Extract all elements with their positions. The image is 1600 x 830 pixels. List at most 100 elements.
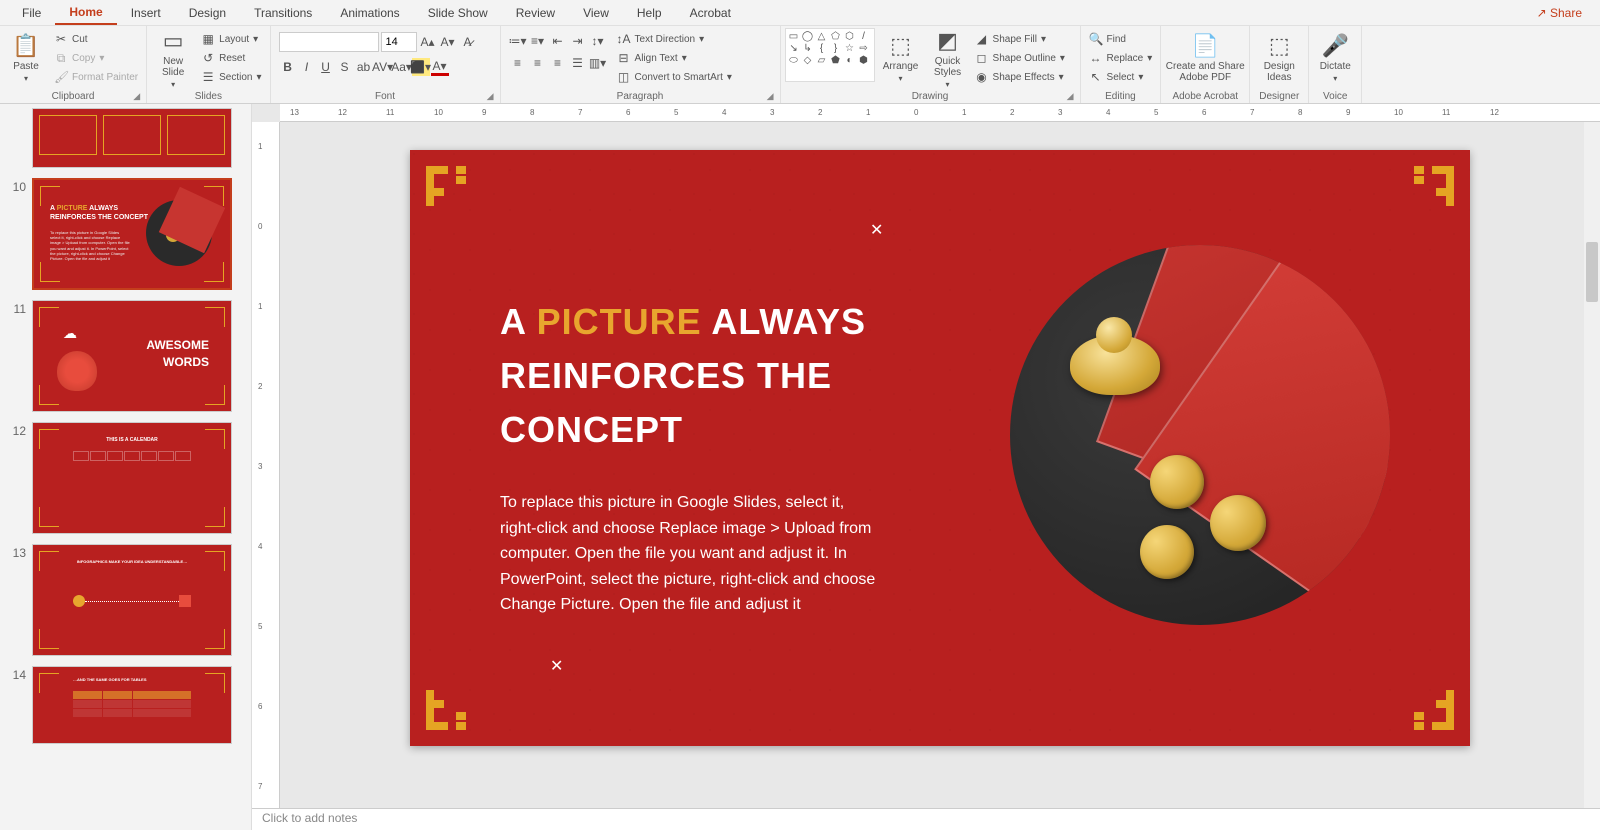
group-designer: ⬚Design Ideas Designer [1250, 26, 1309, 103]
slide-body-text[interactable]: To replace this picture in Google Slides… [500, 490, 880, 618]
create-share-pdf-button[interactable]: 📄Create and Share Adobe PDF [1165, 28, 1245, 88]
slide-canvas[interactable]: ✕ ✕ A PICTURE ALWAYS REINFORCES THE CONC… [280, 122, 1600, 808]
line-spacing-button[interactable]: ↕▾ [589, 32, 607, 50]
shape-outline-button[interactable]: ◻Shape Outline ▾ [975, 49, 1065, 67]
flower-ornament-icon: ✕ [550, 656, 563, 676]
clipboard-dialog-launcher[interactable]: ◢ [133, 91, 140, 102]
change-case-button[interactable]: Aa▾ [393, 58, 411, 76]
align-text-button[interactable]: ⊟Align Text ▾ [617, 49, 732, 67]
decrease-font-button[interactable]: A▾ [439, 33, 457, 51]
align-center-button[interactable]: ≡ [529, 54, 547, 72]
smartart-icon: ◫ [617, 70, 631, 84]
main-area: 10 A PICTURE ALWAYSREINFORCES THE CONCEP… [0, 104, 1600, 830]
text-direction-button[interactable]: ↕AText Direction ▾ [617, 30, 732, 48]
slide-title[interactable]: A PICTURE ALWAYS REINFORCES THE CONCEPT [500, 295, 920, 457]
increase-indent-button[interactable]: ⇥ [569, 32, 587, 50]
convert-smartart-button[interactable]: ◫Convert to SmartArt ▾ [617, 68, 732, 86]
slide-thumbnails-panel[interactable]: 10 A PICTURE ALWAYSREINFORCES THE CONCEP… [0, 104, 252, 830]
decrease-indent-button[interactable]: ⇤ [549, 32, 567, 50]
thumbnail-item[interactable]: 14 …AND THE SAME GOES FOR TABLES [8, 666, 243, 744]
horizontal-ruler[interactable]: 131211109876543210123456789101112 [280, 104, 1600, 122]
align-left-button[interactable]: ≡ [509, 54, 527, 72]
columns-button[interactable]: ▥▾ [589, 54, 607, 72]
highlight-button[interactable]: ⬛▾ [412, 58, 430, 76]
bullets-button[interactable]: ≔▾ [509, 32, 527, 50]
design-ideas-button[interactable]: ⬚Design Ideas [1254, 28, 1304, 88]
paste-button[interactable]: 📋Paste▾ [4, 28, 48, 88]
quick-styles-button[interactable]: ◩Quick Styles▾ [927, 28, 969, 88]
shape-effects-button[interactable]: ◉Shape Effects ▾ [975, 68, 1065, 86]
thumbnail-item[interactable]: 13 INFOGRAPHICS MAKE YOUR IDEA UNDERSTAN… [8, 544, 243, 656]
tab-animations[interactable]: Animations [326, 2, 413, 24]
tab-review[interactable]: Review [502, 2, 569, 24]
clear-formatting-button[interactable]: A̷ [459, 33, 477, 51]
group-font: A▴ A▾ A̷ B I U S ab AV▾ Aa▾ ⬛▾ A▾ Font◢ [271, 26, 501, 103]
justify-button[interactable]: ☰ [569, 54, 587, 72]
char-spacing-button[interactable]: AV▾ [374, 58, 392, 76]
font-family-select[interactable] [279, 32, 379, 52]
notes-pane[interactable]: Click to add notes [252, 808, 1600, 830]
tab-insert[interactable]: Insert [117, 2, 175, 24]
italic-button[interactable]: I [298, 58, 316, 76]
align-text-icon: ⊟ [617, 51, 631, 65]
bold-button[interactable]: B [279, 58, 297, 76]
clipboard-icon: 📋 [12, 33, 39, 59]
increase-font-button[interactable]: A▴ [419, 33, 437, 51]
section-button[interactable]: ☰Section ▾ [201, 68, 261, 86]
outline-icon: ◻ [975, 51, 989, 65]
shadow-button[interactable]: ab [355, 58, 373, 76]
find-button[interactable]: 🔍Find [1089, 30, 1153, 48]
dictate-button[interactable]: 🎤Dictate▾ [1313, 28, 1357, 88]
thumbnail-item[interactable] [8, 108, 243, 168]
drawing-dialog-launcher[interactable]: ◢ [1067, 91, 1074, 102]
tab-home[interactable]: Home [55, 1, 116, 25]
tab-help[interactable]: Help [623, 2, 676, 24]
share-button[interactable]: ↗ Share [1527, 2, 1592, 24]
search-icon: 🔍 [1089, 32, 1103, 46]
paragraph-dialog-launcher[interactable]: ◢ [767, 91, 774, 102]
reset-icon: ↺ [201, 51, 215, 65]
gold-coin-icon [1210, 495, 1266, 551]
tab-file[interactable]: File [8, 2, 55, 24]
font-dialog-launcher[interactable]: ◢ [487, 91, 494, 102]
flower-ornament-icon: ✕ [870, 220, 883, 240]
design-ideas-icon: ⬚ [1269, 33, 1290, 59]
layout-button[interactable]: ▦Layout ▾ [201, 30, 261, 48]
replace-button[interactable]: ↔Replace ▾ [1089, 49, 1153, 67]
slide-picture-placeholder[interactable] [1010, 245, 1390, 625]
font-size-select[interactable] [381, 32, 417, 52]
thumbnail-item[interactable]: 11 AWESOMEWORDS ☁ [8, 300, 243, 412]
new-slide-button[interactable]: ▭New Slide▾ [151, 28, 195, 88]
group-acrobat: 📄Create and Share Adobe PDF Adobe Acroba… [1161, 26, 1250, 103]
arrange-button[interactable]: ⬚Arrange▾ [877, 28, 925, 88]
group-drawing: ▭◯△⬠⬡/ ↘↳{}☆⇨ ⬭◇▱⬟◐⬢ ⬚Arrange▾ ◩Quick St… [781, 26, 1081, 103]
tab-transitions[interactable]: Transitions [240, 2, 326, 24]
slide-editor: 131211109876543210123456789101112 101234… [252, 104, 1600, 830]
vertical-scrollbar[interactable] [1584, 122, 1600, 808]
layout-icon: ▦ [201, 32, 215, 46]
underline-button[interactable]: U [317, 58, 335, 76]
effects-icon: ◉ [975, 70, 989, 84]
cut-button[interactable]: ✂Cut [54, 30, 138, 48]
strikethrough-button[interactable]: S [336, 58, 354, 76]
select-button[interactable]: ↖Select ▾ [1089, 68, 1153, 86]
shapes-gallery[interactable]: ▭◯△⬠⬡/ ↘↳{}☆⇨ ⬭◇▱⬟◐⬢ [785, 28, 875, 82]
gold-coin-icon [1150, 455, 1204, 509]
format-painter-button[interactable]: 🖌Format Painter [54, 68, 138, 86]
tab-design[interactable]: Design [175, 2, 240, 24]
reset-button[interactable]: ↺Reset [201, 49, 261, 67]
font-color-button[interactable]: A▾ [431, 58, 449, 76]
copy-button[interactable]: ⧉Copy ▾ [54, 49, 138, 67]
vertical-ruler[interactable]: 101234567 [252, 122, 280, 808]
scissors-icon: ✂ [54, 32, 68, 46]
brush-icon: 🖌 [54, 70, 68, 84]
shape-fill-button[interactable]: ◢Shape Fill ▾ [975, 30, 1065, 48]
thumbnail-item[interactable]: 12 THIS IS A CALENDAR [8, 422, 243, 534]
align-right-button[interactable]: ≡ [549, 54, 567, 72]
tab-view[interactable]: View [569, 2, 623, 24]
tab-slideshow[interactable]: Slide Show [414, 2, 502, 24]
current-slide[interactable]: ✕ ✕ A PICTURE ALWAYS REINFORCES THE CONC… [410, 150, 1470, 746]
tab-acrobat[interactable]: Acrobat [676, 2, 745, 24]
numbering-button[interactable]: ≡▾ [529, 32, 547, 50]
thumbnail-item[interactable]: 10 A PICTURE ALWAYSREINFORCES THE CONCEP… [8, 178, 243, 290]
